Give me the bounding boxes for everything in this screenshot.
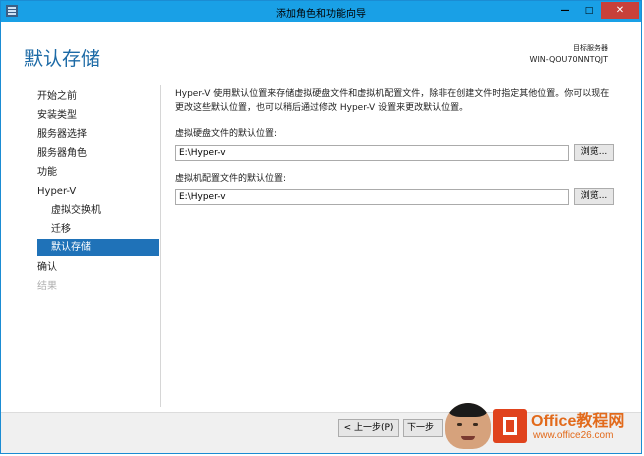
vhd-browse-button[interactable]: 浏览... <box>574 144 614 161</box>
watermark-url: www.office26.com <box>533 430 614 441</box>
nav-item-hyper-v[interactable]: Hyper-V <box>37 183 159 200</box>
nav-item-features[interactable]: 功能 <box>37 164 159 181</box>
target-server-name: WIN-QOU70NNTQJT <box>529 55 608 64</box>
wizard-window: 添加角色和功能向导 — □ ✕ 默认存储 目标服务器 WIN-QOU70NNTQ… <box>0 0 642 454</box>
avatar <box>445 403 491 449</box>
config-location-label: 虚拟机配置文件的默认位置: <box>175 174 287 184</box>
vhd-location-input[interactable] <box>175 145 569 161</box>
page-header: 默认存储 目标服务器 WIN-QOU70NNTQJT <box>1 22 641 82</box>
next-button[interactable]: 下一步 <box>403 419 443 437</box>
nav-divider <box>160 85 161 407</box>
nav-item-server-selection[interactable]: 服务器选择 <box>37 126 159 143</box>
nav-item-confirmation[interactable]: 确认 <box>37 259 159 276</box>
nav-item-migration[interactable]: 迁移 <box>37 221 159 238</box>
wizard-nav: 开始之前 安装类型 服务器选择 服务器角色 功能 Hyper-V 虚拟交换机 迁… <box>1 82 159 412</box>
vhd-location-label: 虚拟硬盘文件的默认位置: <box>175 129 278 139</box>
target-server-label: 目标服务器 <box>573 44 608 52</box>
nav-item-before-you-begin[interactable]: 开始之前 <box>37 88 159 105</box>
window-title: 添加角色和功能向导 <box>276 9 366 20</box>
nav-item-virtual-switches[interactable]: 虚拟交换机 <box>37 202 159 219</box>
watermark-title: Office教程网 <box>531 413 625 430</box>
watermark: Office教程网 www.office26.com <box>445 403 635 449</box>
config-browse-button[interactable]: 浏览... <box>574 188 614 205</box>
previous-button[interactable]: < 上一步(P) <box>338 419 399 437</box>
description-text: Hyper-V 使用默认位置来存储虚拟硬盘文件和虚拟机配置文件，除非在创建文件时… <box>175 89 610 113</box>
nav-item-results: 结果 <box>37 281 57 292</box>
config-location-input[interactable] <box>175 189 569 205</box>
nav-item-server-roles[interactable]: 服务器角色 <box>37 145 159 162</box>
target-server: 目标服务器 WIN-QOU70NNTQJT <box>530 43 608 64</box>
minimize-button[interactable]: — <box>553 2 577 19</box>
page-title: 默认存储 <box>24 48 101 70</box>
close-button[interactable]: ✕ <box>601 2 639 19</box>
nav-item-installation-type[interactable]: 安装类型 <box>37 107 159 124</box>
maximize-button[interactable]: □ <box>577 2 601 19</box>
nav-item-default-stores[interactable]: 默认存储 <box>37 239 159 256</box>
office-logo-icon <box>493 409 527 443</box>
title-bar[interactable]: 添加角色和功能向导 — □ ✕ <box>1 1 641 22</box>
